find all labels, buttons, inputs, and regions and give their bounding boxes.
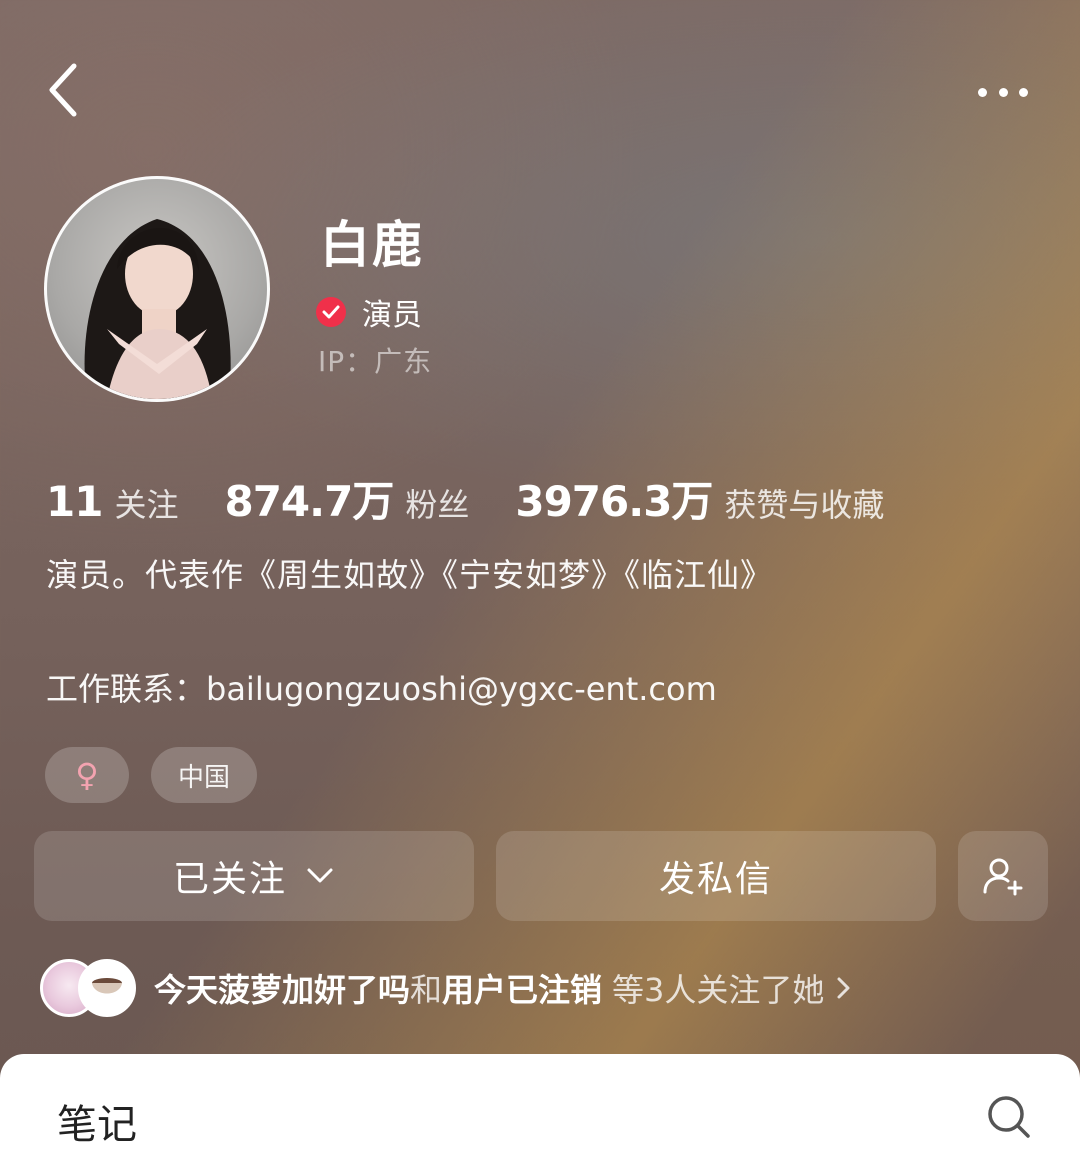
contact-info: 工作联系：bailugongzuoshi@ygxc-ent.com	[46, 670, 717, 708]
stats-row: 11 关注 874.7万 粉丝 3976.3万 获赞与收藏	[46, 468, 930, 529]
content-panel: 笔记	[0, 1054, 1080, 1166]
search-button[interactable]	[984, 1092, 1034, 1142]
connector-text: 和	[410, 971, 443, 1009]
stat-following[interactable]: 11 关注	[46, 477, 178, 526]
back-button[interactable]	[40, 58, 96, 122]
stat-fans[interactable]: 874.7万 粉丝	[224, 468, 469, 529]
profile-name: 白鹿	[320, 216, 424, 274]
gender-tag: ♀	[45, 747, 129, 803]
followed-button[interactable]: 已关注	[34, 831, 474, 921]
followers-suffix: 等3人关注了她	[612, 971, 825, 1009]
avatar[interactable]	[44, 176, 270, 402]
add-friend-button[interactable]	[958, 831, 1048, 921]
ip-location: IP：广东	[318, 345, 433, 378]
follower-name: 今天菠萝加妍了吗	[154, 971, 411, 1009]
stat-label: 关注	[114, 486, 179, 524]
more-icon	[978, 87, 987, 97]
mutual-followers-text: 今天菠萝加妍了吗 和 用户已注销 等3人关注了她	[154, 965, 852, 1011]
bowl-icon	[92, 978, 122, 994]
chevron-down-icon	[307, 868, 333, 883]
back-arrow-icon	[49, 63, 77, 117]
add-friend-icon	[983, 858, 1023, 896]
message-label: 发私信	[658, 859, 773, 900]
stat-value: 11	[46, 477, 103, 526]
follower-name: 用户已注销	[442, 971, 603, 1009]
stat-value: 3976.3万	[515, 477, 713, 526]
verified-check-icon	[316, 297, 346, 327]
avatar-photo	[84, 219, 231, 399]
search-icon	[988, 1096, 1030, 1138]
country-tag: 中国	[151, 747, 257, 803]
message-button[interactable]: 发私信	[496, 831, 936, 921]
top-bar	[0, 0, 1080, 180]
verified-label: 演员	[362, 298, 422, 333]
tab-notes[interactable]: 笔记	[57, 1092, 137, 1150]
avatar	[78, 959, 136, 1017]
stat-label: 粉丝	[405, 486, 470, 524]
stat-value: 874.7万	[224, 477, 394, 526]
chevron-right-icon	[837, 977, 850, 999]
stat-likes[interactable]: 3976.3万 获赞与收藏	[515, 468, 884, 529]
bio-text: 演员。代表作《周生如故》《宁安如梦》《临江仙》	[46, 556, 774, 594]
followed-label: 已关注	[172, 859, 287, 900]
stat-label: 获赞与收藏	[724, 486, 885, 524]
profile-tags: ♀ 中国	[45, 747, 257, 803]
more-button[interactable]	[968, 76, 1038, 108]
mutual-avatars	[40, 957, 136, 1019]
verification-badge: 演员	[316, 290, 422, 334]
mutual-followers-row[interactable]: 今天菠萝加妍了吗 和 用户已注销 等3人关注了她	[40, 955, 852, 1021]
